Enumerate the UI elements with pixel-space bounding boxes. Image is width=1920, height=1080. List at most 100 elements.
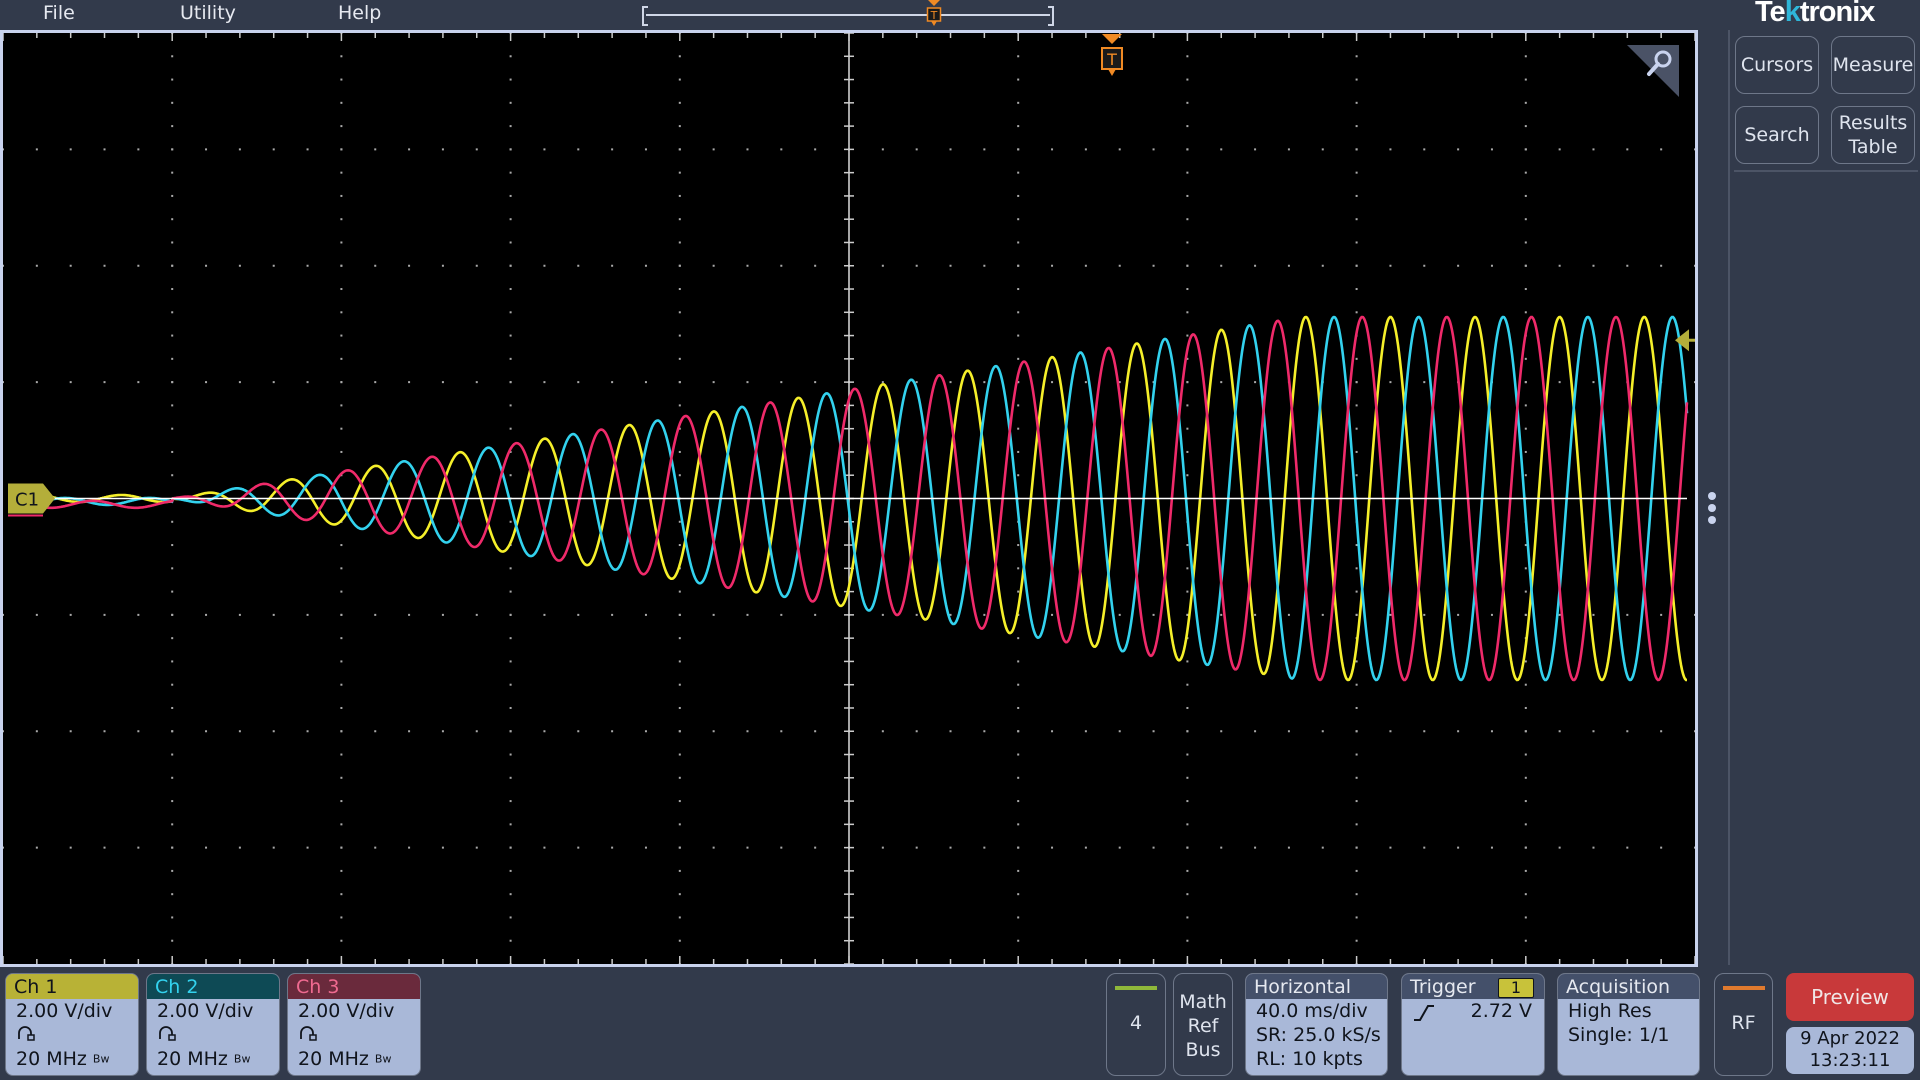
grid-dot bbox=[1457, 613, 1460, 616]
acquisition-mode: High Res bbox=[1568, 1000, 1652, 1022]
grid-dot bbox=[1524, 869, 1527, 872]
grid-dot bbox=[374, 148, 377, 151]
menu-help[interactable]: Help bbox=[338, 2, 381, 24]
grid-dot bbox=[171, 241, 174, 244]
grid-dot bbox=[171, 194, 174, 197]
add-math-ref-bus-button[interactable]: Math Ref Bus bbox=[1173, 973, 1233, 1076]
channel-3-scale: 2.00 V/div bbox=[298, 1000, 395, 1022]
grid-dot bbox=[509, 613, 512, 616]
grid-dot bbox=[340, 800, 343, 803]
grid-dot bbox=[678, 78, 681, 81]
grid-dot bbox=[1051, 148, 1054, 151]
grid-dot bbox=[1321, 846, 1324, 849]
grid-dot bbox=[1186, 776, 1189, 779]
grid-dot bbox=[3, 148, 4, 151]
grid-dot bbox=[171, 823, 174, 826]
preview-button[interactable]: Preview bbox=[1786, 973, 1914, 1021]
grid-dot bbox=[272, 264, 275, 267]
channel-1-bandwidth: 20 MHz Bw bbox=[6, 1047, 138, 1072]
grid-dot bbox=[577, 613, 580, 616]
grid-dot bbox=[171, 590, 174, 593]
grid-dot bbox=[340, 404, 343, 407]
grid-dot bbox=[1152, 148, 1155, 151]
grid-dot bbox=[272, 381, 275, 384]
grid-dot bbox=[1423, 730, 1426, 733]
grid-dot bbox=[3, 264, 4, 267]
waveform-plot[interactable]: C1 bbox=[0, 30, 1698, 967]
grid-dot bbox=[577, 846, 580, 849]
grid-dot bbox=[1524, 590, 1527, 593]
grid-dot bbox=[1017, 474, 1020, 477]
grid-dot bbox=[1186, 567, 1189, 570]
cursors-button[interactable]: Cursors bbox=[1735, 36, 1819, 94]
waveform-overview[interactable]: T bbox=[642, 0, 1054, 26]
grid-dot bbox=[1423, 264, 1426, 267]
grid-dot bbox=[1017, 637, 1020, 640]
rf-button[interactable]: RF bbox=[1714, 973, 1773, 1076]
grid-dot bbox=[678, 334, 681, 337]
grid-dot bbox=[3, 613, 4, 616]
search-button[interactable]: Search bbox=[1735, 106, 1819, 164]
grid-dot bbox=[1423, 148, 1426, 151]
grid-dot bbox=[1186, 311, 1189, 314]
grid-dot bbox=[509, 474, 512, 477]
channel-2-badge[interactable]: Ch 2 2.00 V/div 20 MHz Bw bbox=[146, 973, 280, 1076]
grid-dot bbox=[171, 637, 174, 640]
grid-dot bbox=[678, 264, 681, 267]
grid-dot bbox=[1186, 125, 1189, 128]
channel-1-header: Ch 1 bbox=[6, 974, 138, 999]
grid-dot bbox=[1694, 613, 1695, 616]
grid-dot bbox=[1220, 148, 1223, 151]
grid-dot bbox=[340, 706, 343, 709]
grid-dot bbox=[475, 264, 478, 267]
zoom-icon[interactable] bbox=[1627, 45, 1683, 97]
channel-3-badge[interactable]: Ch 3 2.00 V/div 20 MHz Bw bbox=[287, 973, 421, 1076]
grid-dot bbox=[1355, 357, 1358, 360]
channel-2-bandwidth-value: 20 MHz bbox=[157, 1048, 228, 1070]
grid-dot bbox=[577, 148, 580, 151]
channel-1-badge[interactable]: Ch 1 2.00 V/div 20 MHz Bw bbox=[5, 973, 139, 1076]
grid-dot bbox=[1186, 916, 1189, 919]
grid-dot bbox=[1186, 800, 1189, 803]
grid-dot bbox=[1186, 148, 1189, 151]
grid-dot bbox=[1017, 939, 1020, 942]
grid-dot bbox=[475, 148, 478, 151]
grid-dot bbox=[678, 916, 681, 919]
measure-button[interactable]: Measure bbox=[1831, 36, 1915, 94]
menu-file[interactable]: File bbox=[43, 2, 75, 24]
grid-dot bbox=[137, 148, 140, 151]
grid-dot bbox=[1186, 288, 1189, 291]
trigger-badge[interactable]: Trigger 1 2.72 V bbox=[1401, 973, 1545, 1076]
results-table-button[interactable]: Results Table bbox=[1831, 106, 1915, 164]
panel-resize-handle-icon[interactable] bbox=[1708, 492, 1716, 528]
grid-dot bbox=[1017, 78, 1020, 81]
acquisition-badge[interactable]: Acquisition High Res Single: 1/1 bbox=[1557, 973, 1700, 1076]
grid-dot bbox=[983, 264, 986, 267]
grid-dot bbox=[205, 264, 208, 267]
side-panel: Cursors Measure Search Results Table bbox=[1728, 30, 1920, 965]
grid-dot bbox=[1220, 264, 1223, 267]
horizontal-scale: 40.0 ms/div bbox=[1256, 1000, 1368, 1022]
grid-dot bbox=[678, 706, 681, 709]
grid-dot bbox=[1592, 264, 1595, 267]
grid-dot bbox=[441, 148, 444, 151]
horizontal-badge[interactable]: Horizontal 40.0 ms/div SR: 25.0 kS/s RL:… bbox=[1245, 973, 1388, 1076]
grid-dot bbox=[238, 846, 241, 849]
grid-dot bbox=[408, 730, 411, 733]
overview-left-bracket bbox=[642, 6, 648, 26]
grid-dot bbox=[69, 730, 72, 733]
date: 9 Apr 2022 bbox=[1800, 1028, 1900, 1049]
grid-dot bbox=[69, 846, 72, 849]
menu-utility[interactable]: Utility bbox=[180, 2, 236, 24]
add-channel-4-button[interactable]: 4 bbox=[1106, 973, 1166, 1076]
grid-dot bbox=[1186, 427, 1189, 430]
grid-dot bbox=[1017, 590, 1020, 593]
side-panel-divider bbox=[1734, 170, 1918, 172]
grid-dot bbox=[238, 264, 241, 267]
grid-dot bbox=[171, 311, 174, 314]
trigger-position-icon[interactable]: T bbox=[1100, 34, 1124, 82]
grid-dot bbox=[340, 776, 343, 779]
channel-4-label: 4 bbox=[1129, 1012, 1143, 1034]
grid-dot bbox=[171, 474, 174, 477]
grid-dot bbox=[509, 334, 512, 337]
